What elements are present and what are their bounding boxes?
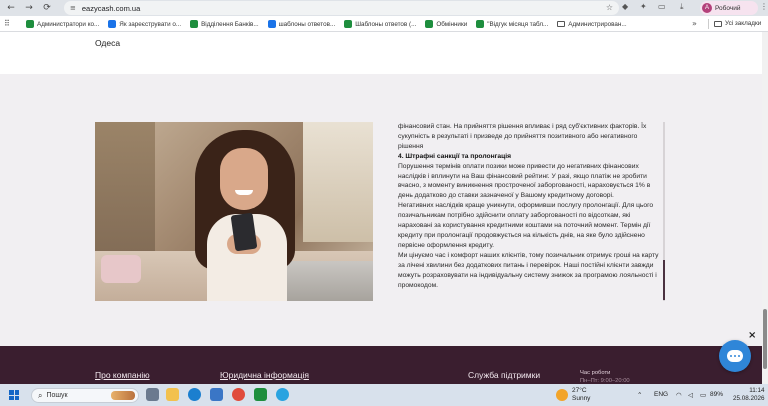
search-placeholder: Пошук	[46, 392, 68, 399]
search-icon: ⌕	[38, 390, 43, 400]
url-text: eazycash.com.ua	[81, 3, 141, 13]
chevron-right-icon[interactable]: »	[692, 19, 697, 28]
weather-desc: Sunny	[572, 395, 591, 402]
telegram-icon[interactable]	[276, 388, 289, 401]
weather-temp: 27°C	[572, 387, 587, 394]
bookmark-item[interactable]: Обмінники	[425, 20, 467, 28]
clock-time: 11:14	[749, 387, 765, 394]
edge-icon[interactable]	[188, 388, 201, 401]
sun-icon	[556, 389, 568, 401]
volume-icon[interactable]: ◁	[688, 391, 693, 399]
sheets-icon	[190, 20, 199, 28]
apps-grid-icon[interactable]: ⠿	[4, 19, 10, 28]
bookmarks-bar: ⠿ Администратори ко... Як зареєструвати …	[0, 16, 768, 32]
search-highlight-image	[111, 391, 135, 400]
bookmark-item[interactable]: Шаблоны ответов (...	[344, 20, 416, 28]
close-icon[interactable]: ×	[748, 330, 756, 341]
article-text: фінансовий стан. На прийняття рішення вп…	[398, 122, 660, 290]
system-clock[interactable]: 11:14 25.08.2026	[733, 387, 765, 403]
all-bookmarks-button[interactable]: Усі закладки	[714, 20, 761, 27]
chat-button[interactable]	[719, 340, 751, 372]
page-scrollbar[interactable]	[762, 32, 768, 384]
windows-start-icon[interactable]	[9, 390, 19, 400]
about-company-link[interactable]: Про компанію	[95, 370, 150, 380]
clock-date: 25.08.2026	[733, 395, 765, 402]
bookmark-star-icon[interactable]: ☆	[606, 3, 613, 12]
profile-name: Робочий	[715, 4, 741, 12]
address-bar[interactable]: ≡ eazycash.com.ua ☆	[64, 1, 619, 15]
bookmark-item[interactable]: Відділення Банків...	[190, 20, 259, 28]
task-view-icon[interactable]	[146, 388, 159, 401]
chat-icon	[727, 350, 743, 362]
chrome-icon[interactable]	[232, 388, 245, 401]
site-info-icon[interactable]: ≡	[70, 4, 76, 12]
city-label: Одеса	[95, 38, 121, 48]
article-paragraph: Негативних наслідків краще уникнути, офо…	[398, 202, 654, 249]
sheets-icon	[476, 20, 485, 28]
bookmarks-divider	[708, 19, 709, 29]
folder-icon	[557, 21, 566, 27]
file-explorer-icon[interactable]	[166, 388, 179, 401]
sheets-app-icon[interactable]	[254, 388, 267, 401]
docs-icon	[267, 20, 276, 28]
support-heading: Служба підтримки	[468, 370, 541, 380]
article-paragraph: фінансовий стан. На прийняття рішення вп…	[398, 123, 647, 150]
legal-info-link[interactable]: Юридична інформація	[220, 370, 309, 380]
language-indicator[interactable]: ENG	[654, 391, 668, 398]
work-hours-label: Час роботи	[580, 370, 611, 376]
article-scrollbar[interactable]	[663, 122, 665, 301]
bookmark-item[interactable]: шаблоны ответов...	[267, 20, 335, 28]
back-icon[interactable]: ←	[4, 1, 18, 15]
docs-icon	[108, 20, 117, 28]
bookmark-item[interactable]: Администратори ко...	[26, 20, 99, 28]
article-paragraph: Порушення термінів оплати позики може пр…	[398, 162, 651, 200]
menu-icon[interactable]: ⋮	[760, 2, 768, 11]
page-scroll-thumb[interactable]	[763, 309, 767, 369]
extension-icon[interactable]: ◆	[622, 2, 628, 11]
windows-taskbar: ⌕ Пошук 27°C Sunny ⌃ ENG ◠ ◁ ▭ 89% 11:14 …	[0, 384, 768, 406]
battery-percent: 89%	[710, 391, 724, 398]
avatar: A	[702, 3, 712, 13]
forward-icon[interactable]: →	[22, 1, 36, 15]
download-icon[interactable]: ⤓	[680, 2, 684, 12]
article-scroll-thumb[interactable]	[663, 260, 665, 300]
chevron-up-icon[interactable]: ⌃	[637, 391, 642, 399]
store-icon[interactable]	[210, 388, 223, 401]
browser-toolbar: ← → ⟳ ≡ eazycash.com.ua ☆ ◆ ✦ ▭ ⤓ A Робо…	[0, 0, 768, 16]
sheets-icon	[26, 20, 34, 28]
bookmark-item[interactable]: Як зареєструвати о...	[108, 20, 181, 28]
extensions-puzzle-icon[interactable]: ✦	[640, 2, 647, 11]
profile-button[interactable]: A Робочий	[700, 1, 758, 15]
sheets-icon	[425, 20, 434, 28]
article-heading: 4. Штрафні санкції та пролонгація	[398, 152, 512, 160]
bookmark-item[interactable]: "Відгук місяця табл...	[476, 20, 548, 28]
article-paragraph: Ми цінуємо час і комфорт наших клієнтів,…	[398, 251, 659, 289]
sidepanel-icon[interactable]: ▭	[658, 2, 666, 11]
wifi-icon[interactable]: ◠	[676, 391, 682, 399]
taskbar-search[interactable]: ⌕ Пошук	[31, 388, 139, 403]
weather-widget[interactable]: 27°C Sunny	[556, 387, 590, 403]
battery-icon[interactable]: ▭	[700, 391, 706, 399]
folder-icon	[714, 20, 722, 27]
reload-icon[interactable]: ⟳	[40, 1, 54, 15]
woman-with-phone-image	[95, 122, 373, 301]
bookmark-item[interactable]: Администрирован...	[557, 20, 627, 28]
sheets-icon	[344, 20, 353, 28]
